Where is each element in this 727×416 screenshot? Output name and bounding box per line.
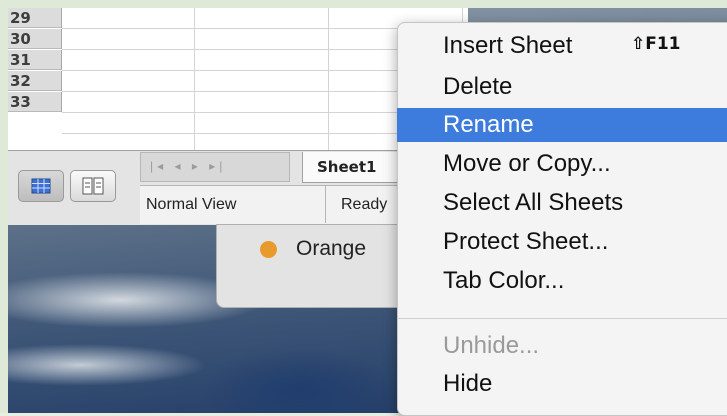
ready-status: Ready [341, 196, 388, 213]
sheet-tab[interactable]: Sheet1 [302, 152, 398, 183]
menu-item-unhide: Unhide... [443, 332, 540, 359]
row-header[interactable]: 32 [8, 71, 62, 91]
page-layout-view-button[interactable] [70, 170, 116, 202]
menu-item-select-all-sheets[interactable]: Select All Sheets [397, 186, 727, 220]
page-layout-icon [82, 177, 104, 195]
row-header[interactable]: 29 [8, 8, 62, 28]
normal-view-button[interactable] [18, 170, 64, 202]
sheet-nav-arrows[interactable]: |◂ ◂ ▸ ▸| [150, 159, 226, 173]
window-frame-left [0, 0, 8, 413]
row-header[interactable]: 30 [8, 29, 62, 49]
column-gridline [194, 8, 195, 153]
grid-view-icon [31, 178, 51, 194]
row-header[interactable]: 33 [8, 92, 62, 112]
orange-color-dot [260, 241, 277, 258]
view-mode-label: Normal View [146, 196, 237, 213]
menu-item-hide[interactable]: Hide [397, 367, 727, 401]
menu-item-tab-color[interactable]: Tab Color... [397, 264, 727, 298]
status-divider [325, 185, 326, 223]
window-frame-top [0, 0, 727, 8]
menu-item-move-or-copy[interactable]: Move or Copy... [397, 147, 727, 181]
insert-sheet-shortcut: ⇧F11 [631, 34, 681, 54]
menu-separator [397, 318, 727, 319]
menu-item-delete[interactable]: Delete [397, 70, 727, 104]
column-gridline [328, 8, 329, 153]
menu-item-rename[interactable]: Rename [397, 108, 727, 142]
menu-item-protect-sheet[interactable]: Protect Sheet... [397, 225, 727, 259]
row-header[interactable]: 31 [8, 50, 62, 70]
panel-item-label[interactable]: Orange [296, 237, 396, 261]
